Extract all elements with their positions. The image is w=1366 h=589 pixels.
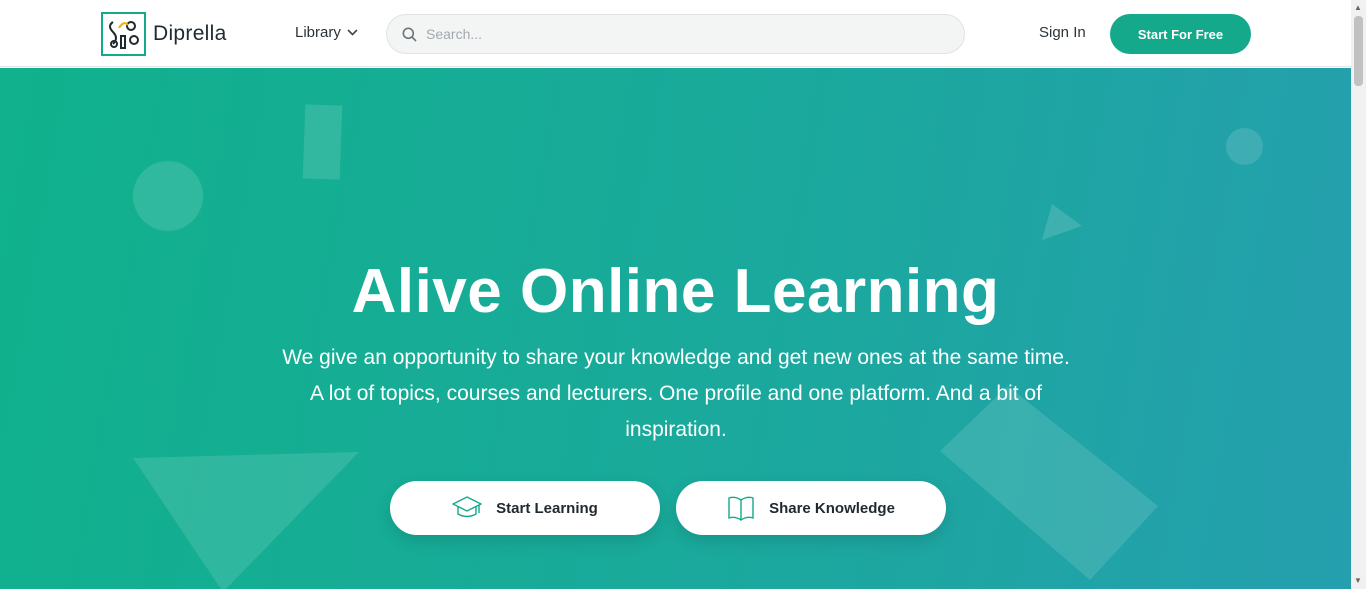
graduation-cap-icon <box>452 496 483 518</box>
search-bar <box>386 14 965 54</box>
hero-section: Alive Online Learning We give an opportu… <box>0 68 1351 589</box>
decor-triangle-large <box>133 452 359 589</box>
brand-logo[interactable]: Diprella <box>101 12 227 56</box>
brand-name: Diprella <box>153 22 227 45</box>
start-for-free-button[interactable]: Start For Free <box>1110 14 1251 54</box>
decor-circle <box>133 161 203 231</box>
logo-icon <box>101 12 146 56</box>
decor-triangle-small <box>1042 204 1082 240</box>
scroll-down-arrow[interactable]: ▼ <box>1354 576 1362 585</box>
scroll-up-arrow[interactable]: ▲ <box>1354 3 1362 12</box>
nav-library-label: Library <box>295 24 341 41</box>
hero-title: Alive Online Learning <box>351 257 1000 326</box>
nav-library-dropdown[interactable]: Library <box>295 24 358 41</box>
search-input[interactable] <box>426 26 926 42</box>
share-knowledge-label: Share Knowledge <box>769 499 895 517</box>
chevron-down-icon <box>347 29 358 36</box>
start-learning-button[interactable]: Start Learning <box>390 481 660 535</box>
share-knowledge-button[interactable]: Share Knowledge <box>676 481 946 535</box>
search-icon <box>402 27 417 42</box>
scroll-thumb[interactable] <box>1354 16 1363 86</box>
decor-circle-small <box>1226 128 1263 165</box>
start-learning-label: Start Learning <box>496 499 598 517</box>
sign-in-link[interactable]: Sign In <box>1039 24 1086 41</box>
hero-subtitle: We give an opportunity to share your kno… <box>282 346 1070 441</box>
open-book-icon <box>728 496 754 521</box>
site-header: Diprella Library Sign In Start For Free <box>0 0 1351 67</box>
page-scrollbar[interactable]: ▲ ▼ <box>1351 0 1366 589</box>
decor-rectangle <box>302 104 343 180</box>
